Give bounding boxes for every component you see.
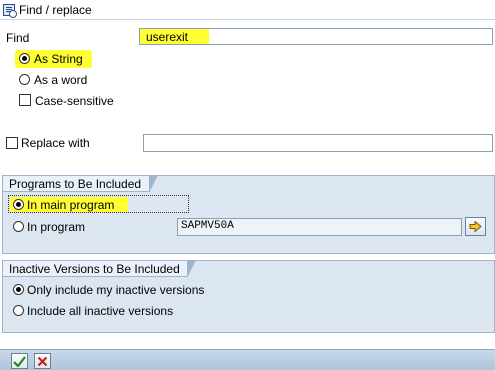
x-icon	[37, 356, 48, 366]
in-main-program-radio[interactable]	[13, 199, 24, 210]
only-my-inactive-radio[interactable]	[13, 284, 24, 295]
footer-toolbar	[0, 349, 495, 370]
replace-with-checkbox[interactable]	[6, 137, 18, 149]
arrow-right-icon	[469, 221, 482, 232]
as-word-label[interactable]: As a word	[34, 73, 87, 87]
dialog-title: Find / replace	[19, 2, 92, 17]
as-string-label[interactable]: As String	[34, 52, 83, 66]
find-input-value[interactable]: userexit	[146, 30, 188, 44]
in-main-program-label[interactable]: In main program	[27, 198, 114, 212]
in-program-label[interactable]: In program	[27, 220, 85, 234]
program-select-button[interactable]	[465, 217, 486, 236]
include-all-inactive-label[interactable]: Include all inactive versions	[27, 304, 173, 318]
as-string-radio[interactable]	[19, 53, 30, 64]
replace-with-label[interactable]: Replace with	[21, 136, 90, 150]
include-all-inactive-radio[interactable]	[13, 305, 24, 316]
ok-button[interactable]	[11, 353, 28, 369]
as-word-radio[interactable]	[19, 74, 30, 85]
case-sensitive-checkbox[interactable]	[19, 94, 31, 106]
case-sensitive-label[interactable]: Case-sensitive	[35, 94, 114, 108]
program-name-value[interactable]: SAPMV50A	[181, 220, 234, 232]
only-my-inactive-label[interactable]: Only include my inactive versions	[27, 283, 204, 297]
dialog-title-bar: Find / replace	[0, 0, 495, 20]
programs-group-title: Programs to Be Included	[3, 175, 158, 192]
replace-input[interactable]	[143, 134, 493, 152]
cancel-button[interactable]	[34, 353, 51, 369]
programs-group: Programs to Be Included	[2, 175, 495, 254]
find-replace-icon	[3, 3, 17, 18]
find-label: Find	[6, 31, 30, 45]
inactive-versions-group-title: Inactive Versions to Be Included	[3, 260, 196, 277]
check-icon	[13, 355, 26, 367]
in-program-radio[interactable]	[13, 221, 24, 232]
